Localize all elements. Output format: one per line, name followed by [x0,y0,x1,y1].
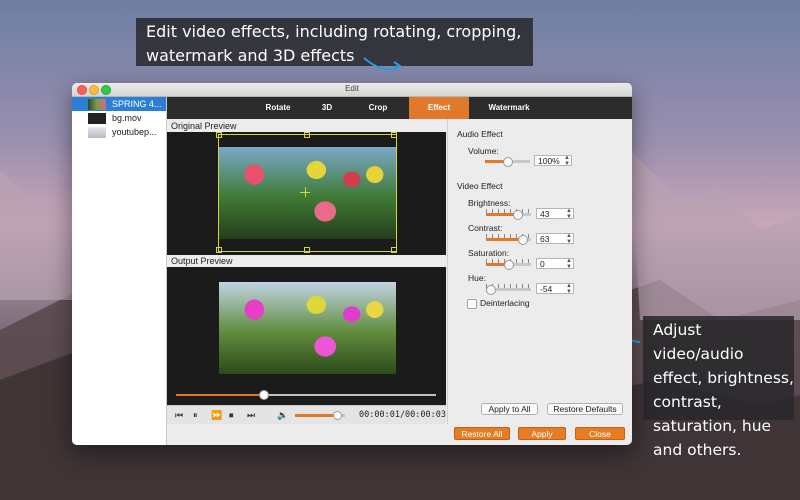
stepper-arrows-icon[interactable]: ▲ ▼ [566,283,572,295]
fast-forward-icon[interactable]: ⏩ [211,410,222,421]
file-name: youtubep... [112,127,157,137]
window-title: Edit [345,84,359,93]
file-item[interactable]: SPRING 4... [72,97,166,111]
contrast-value: 63 [540,234,550,244]
hue-value: -54 [540,284,553,294]
edit-window: Edit SPRING 4... bg.mov youtubep... Rota… [72,83,632,445]
original-preview-label: Original Preview [167,120,441,132]
stepper-arrows-icon[interactable]: ▲ ▼ [566,208,572,220]
volume-level [295,414,338,417]
saturation-label: Saturation: [468,248,510,258]
tab-3d[interactable]: 3D [317,97,337,119]
stepper-arrows-icon[interactable]: ▲ ▼ [564,155,570,167]
crop-handle[interactable] [304,132,310,138]
brightness-stepper[interactable]: 43 ▲ ▼ [536,208,574,220]
file-name: SPRING 4... [112,99,162,109]
contrast-slider[interactable] [486,235,531,245]
slider-knob[interactable] [502,157,513,167]
volume-value: 100% [538,156,560,166]
tab-watermark[interactable]: Watermark [469,97,549,119]
output-preview-label: Output Preview [167,255,441,267]
restore-all-button[interactable]: Restore All [454,427,510,440]
volume-slider[interactable] [295,411,345,420]
crosshair-icon [305,187,306,197]
feature-callout-editing: Edit video effects, including rotating, … [136,18,533,66]
hue-slider[interactable] [485,285,531,295]
slider-knob[interactable] [485,285,496,295]
video-image [219,282,396,374]
brightness-value: 43 [540,209,550,219]
effect-panel: Audio Effect Volume: 100% ▲ ▼ Video Effec… [447,119,632,424]
original-preview [167,132,446,255]
restore-defaults-button[interactable]: Restore Defaults [547,403,623,415]
stop-icon[interactable]: ⏹ [229,410,234,421]
output-preview [167,267,446,405]
volume-label: Volume: [468,146,499,156]
hue-stepper[interactable]: -54 ▲ ▼ [536,283,574,295]
file-item[interactable]: youtubep... [72,125,166,139]
deinterlacing-checkbox[interactable] [467,299,477,309]
crop-handle[interactable] [216,247,222,253]
seek-progress [176,394,265,396]
file-item[interactable]: bg.mov [72,111,166,125]
seek-bar[interactable] [176,390,436,400]
time-readout: 00:00:01/00:00:03 [359,410,446,420]
video-effect-heading: Video Effect [457,181,503,191]
stepper-arrows-icon[interactable]: ▲ ▼ [566,233,572,245]
contrast-stepper[interactable]: 63 ▲ ▼ [536,233,574,245]
audio-effect-heading: Audio Effect [457,129,503,139]
crop-handle[interactable] [391,247,397,253]
speaker-icon[interactable]: 🔈 [277,410,288,421]
close-button[interactable]: Close [575,427,625,440]
tab-rotate[interactable]: Rotate [239,97,317,119]
title-bar: Edit [72,83,632,97]
contrast-label: Contrast: [468,223,503,233]
tab-effect[interactable]: Effect [409,97,469,119]
stepper-arrows-icon[interactable]: ▲ ▼ [566,258,572,270]
feature-callout-adjustments: Adjust video/audio effect, brightness, c… [643,316,794,459]
edit-tab-bar: Rotate 3D Crop Effect Watermark [167,97,632,119]
tab-crop[interactable]: Crop [353,97,403,119]
deinterlacing-label: Deinterlacing [480,298,530,308]
brightness-label: Brightness: [468,198,511,208]
crop-box[interactable] [218,134,397,252]
slider-knob[interactable] [503,260,514,270]
tulips-thumbnail [88,98,106,110]
playback-controls: ⏮ ⏸ ⏩ ⏹ ⏭ 🔈 00:00:01/00:00:03 [167,405,446,424]
saturation-value: 0 [540,259,545,269]
apply-to-all-button[interactable]: Apply to All [481,403,538,415]
crop-handle[interactable] [216,132,222,138]
document-thumbnail [88,126,106,138]
audio-volume-slider[interactable] [485,157,530,167]
slider-knob[interactable] [517,235,528,245]
crop-handle[interactable] [391,132,397,138]
saturation-slider[interactable] [486,260,531,270]
pause-icon[interactable]: ⏸ [193,410,198,421]
saturation-stepper[interactable]: 0 ▲ ▼ [536,258,574,270]
output-video-frame [219,282,396,374]
hue-label: Hue: [468,273,486,283]
slider-knob[interactable] [513,210,524,220]
skip-back-icon[interactable]: ⏮ [175,410,183,421]
file-name: bg.mov [112,113,142,123]
volume-stepper[interactable]: 100% ▲ ▼ [534,155,572,167]
apply-button[interactable]: Apply [518,427,566,440]
skip-forward-icon[interactable]: ⏭ [247,410,255,421]
callout-arrow-icon [363,57,402,71]
dark-thumbnail [88,112,106,124]
file-list: SPRING 4... bg.mov youtubep... [72,97,167,445]
volume-knob[interactable] [333,411,342,420]
brightness-slider[interactable] [486,210,531,220]
crop-handle[interactable] [304,247,310,253]
